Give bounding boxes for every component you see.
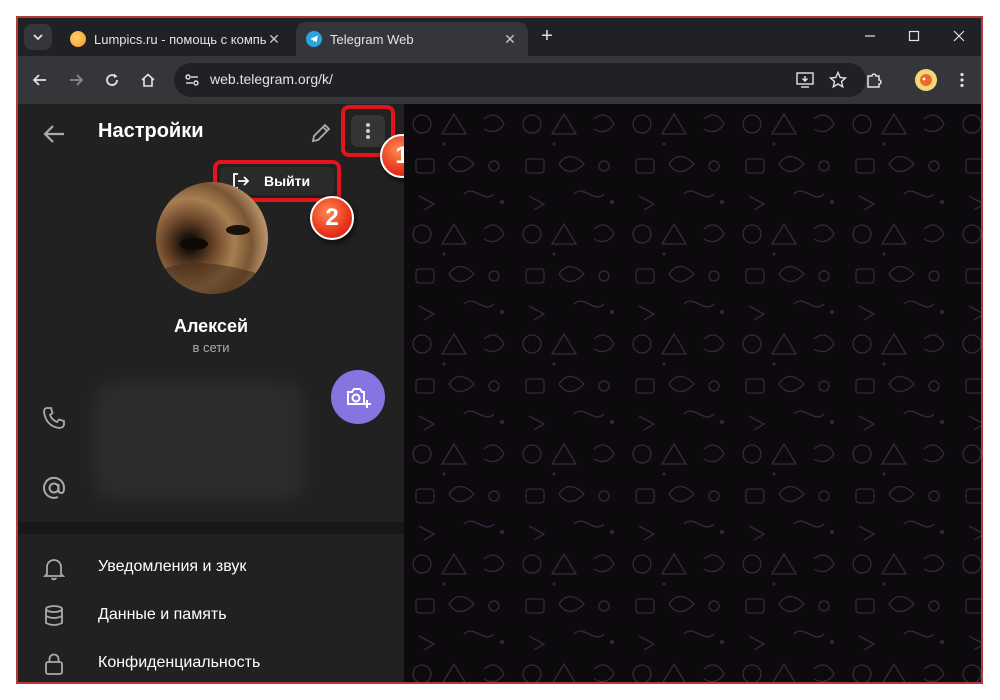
more-vertical-icon bbox=[366, 123, 370, 139]
new-tab-button[interactable]: + bbox=[536, 26, 558, 48]
more-options-button[interactable] bbox=[351, 115, 385, 147]
close-window-button[interactable] bbox=[936, 22, 981, 50]
chevron-down-icon bbox=[33, 34, 43, 41]
tab-title: Telegram Web bbox=[330, 31, 414, 47]
arrow-right-icon bbox=[70, 74, 84, 86]
menu-item-data-storage[interactable]: Данные и память bbox=[18, 592, 404, 640]
close-tab-icon[interactable]: ✕ bbox=[502, 31, 518, 48]
telegram-favicon bbox=[306, 31, 322, 47]
change-photo-button[interactable] bbox=[331, 370, 385, 424]
tab-title: Lumpics.ru - помощь с компьютером bbox=[94, 31, 266, 47]
pencil-icon[interactable] bbox=[308, 120, 334, 146]
close-tab-icon[interactable]: ✕ bbox=[266, 31, 282, 48]
section-separator bbox=[18, 522, 404, 534]
username-at-icon bbox=[43, 476, 66, 499]
home-icon bbox=[141, 73, 155, 87]
browser-menu-button[interactable] bbox=[948, 66, 976, 94]
tab-search-button[interactable] bbox=[24, 24, 52, 50]
minimize-button[interactable] bbox=[847, 22, 893, 50]
install-app-icon[interactable] bbox=[796, 72, 814, 88]
menu-item-notifications[interactable]: Уведомления и звук bbox=[18, 544, 404, 592]
profile-name: Алексей bbox=[173, 316, 249, 336]
logout-label: Выйти bbox=[264, 173, 311, 189]
telegram-app: Настройки Выйти Алексей в сети Уведомлен… bbox=[18, 104, 981, 682]
tab-strip: Lumpics.ru - помощь с компьютером ✕ Tele… bbox=[18, 18, 981, 56]
tab-lumpics[interactable]: Lumpics.ru - помощь с компьютером ✕ bbox=[60, 22, 292, 56]
settings-sidebar: Настройки Выйти Алексей в сети Уведомлен… bbox=[18, 104, 424, 682]
add-photo-icon bbox=[347, 388, 371, 408]
bell-icon bbox=[42, 559, 66, 581]
menu-item-label: Конфиденциальность bbox=[98, 654, 261, 671]
phone-icon bbox=[43, 407, 65, 429]
extensions-button[interactable] bbox=[860, 66, 888, 94]
address-bar[interactable]: web.telegram.org/k/ bbox=[174, 63, 866, 97]
menu-item-label: Данные и память bbox=[98, 606, 227, 623]
back-arrow-icon[interactable] bbox=[40, 120, 68, 148]
page-title: Настройки bbox=[98, 120, 204, 142]
url-text: web.telegram.org/k/ bbox=[210, 71, 333, 87]
maximize-icon bbox=[908, 30, 920, 42]
menu-item-label: Уведомления и звук bbox=[98, 558, 247, 575]
forward-button[interactable] bbox=[62, 66, 90, 94]
maximize-button[interactable] bbox=[891, 22, 937, 50]
puzzle-icon bbox=[867, 73, 882, 88]
profile-avatar-icon[interactable] bbox=[915, 69, 937, 91]
more-vertical-icon bbox=[960, 72, 964, 88]
chat-background bbox=[404, 104, 981, 682]
tab-telegram-web[interactable]: Telegram Web ✕ bbox=[296, 22, 528, 56]
site-settings-icon[interactable] bbox=[184, 72, 200, 88]
minimize-icon bbox=[865, 35, 875, 37]
doodle-pattern bbox=[404, 104, 981, 682]
browser-window: Lumpics.ru - помощь с компьютером ✕ Tele… bbox=[16, 16, 983, 684]
lock-icon bbox=[45, 653, 63, 675]
menu-item-privacy[interactable]: Конфиденциальность bbox=[18, 640, 404, 682]
step-callout-2: 2 bbox=[310, 196, 354, 240]
profile-status: в сети bbox=[192, 340, 230, 355]
profile-photo[interactable] bbox=[156, 182, 268, 294]
close-icon bbox=[953, 30, 965, 42]
bookmark-star-icon[interactable] bbox=[829, 71, 847, 89]
reload-button[interactable] bbox=[98, 66, 126, 94]
home-button[interactable] bbox=[134, 66, 162, 94]
arrow-left-icon bbox=[32, 74, 46, 86]
reload-icon bbox=[106, 73, 118, 86]
lumpics-favicon bbox=[70, 31, 86, 47]
blurred-contact-info bbox=[94, 382, 304, 500]
browser-toolbar: web.telegram.org/k/ bbox=[18, 56, 981, 104]
database-icon bbox=[45, 605, 63, 626]
back-button[interactable] bbox=[26, 66, 54, 94]
